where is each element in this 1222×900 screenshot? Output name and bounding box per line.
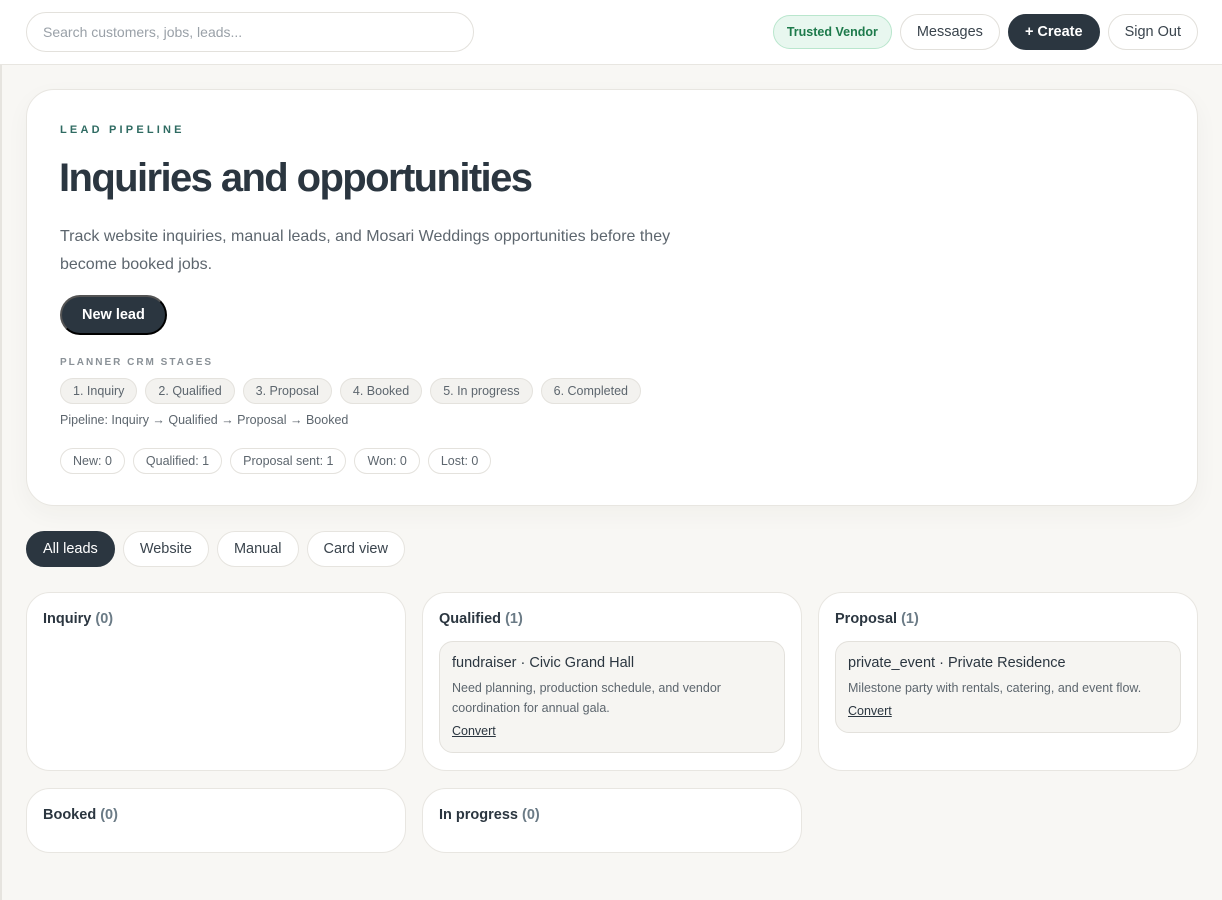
lead-pipeline-card: LEAD PIPELINE Inquiries and opportunitie… xyxy=(26,89,1198,506)
column-proposal: Proposal (1) private_event · Private Res… xyxy=(818,592,1198,771)
column-name: Qualified xyxy=(439,611,502,627)
column-title: Qualified (1) xyxy=(439,611,523,627)
stage-chip-in-progress: 5. In progress xyxy=(430,378,533,404)
lead-card[interactable]: fundraiser · Civic Grand Hall Need plann… xyxy=(439,641,785,753)
crm-stages: 1. Inquiry 2. Qualified 3. Proposal 4. B… xyxy=(60,378,641,404)
column-inquiry: Inquiry (0) xyxy=(26,592,406,771)
column-count: (0) xyxy=(95,611,114,627)
column-title: Proposal (1) xyxy=(835,611,919,627)
create-button[interactable]: + Create xyxy=(1007,14,1100,50)
tab-card-view[interactable]: Card view xyxy=(306,531,405,567)
lead-counts: New: 0 Qualified: 1 Proposal sent: 1 Won… xyxy=(60,448,492,474)
page-description: Track website inquiries, manual leads, a… xyxy=(60,228,671,273)
page-left-border xyxy=(0,0,2,900)
eyebrow-label: LEAD PIPELINE xyxy=(60,124,185,136)
search-input[interactable] xyxy=(26,12,474,52)
lead-description: Milestone party with rentals, catering, … xyxy=(848,681,1142,695)
column-name: In progress xyxy=(439,807,518,823)
top-actions: Trusted Vendor Messages + Create Sign Ou… xyxy=(772,14,1198,50)
column-in-progress: In progress (0) xyxy=(422,788,802,853)
column-title: Inquiry (0) xyxy=(43,611,113,627)
pipeline-summary: Pipeline: Inquiry → Qualified → Proposal… xyxy=(60,413,349,427)
lead-title: private_event · Private Residence xyxy=(848,655,1066,671)
page-title: Inquiries and opportunities xyxy=(59,156,533,200)
column-qualified: Qualified (1) fundraiser · Civic Grand H… xyxy=(422,592,802,771)
convert-link[interactable]: Convert xyxy=(848,704,892,718)
column-name: Booked xyxy=(43,807,97,823)
trusted-vendor-badge: Trusted Vendor xyxy=(772,15,892,49)
column-count: (1) xyxy=(901,611,919,627)
stage-chip-completed: 6. Completed xyxy=(540,378,641,404)
stage-chip-proposal: 3. Proposal xyxy=(242,378,332,404)
stage-chip-booked: 4. Booked xyxy=(339,378,423,404)
lead-description: Need planning, production schedule, and … xyxy=(452,681,721,715)
sign-out-button[interactable]: Sign Out xyxy=(1107,14,1198,50)
lead-filters: All leads Website Manual Card view xyxy=(26,531,405,567)
column-booked: Booked (0) xyxy=(26,788,406,853)
column-name: Proposal xyxy=(835,611,898,627)
convert-link[interactable]: Convert xyxy=(452,724,496,738)
stage-chip-inquiry: 1. Inquiry xyxy=(60,378,138,404)
column-name: Inquiry xyxy=(43,611,92,627)
top-bar: Trusted Vendor Messages + Create Sign Ou… xyxy=(0,0,1222,65)
count-lost: Lost: 0 xyxy=(427,448,492,474)
count-proposal-sent: Proposal sent: 1 xyxy=(230,448,347,474)
lead-card[interactable]: private_event · Private Residence Milest… xyxy=(835,641,1181,733)
tab-website[interactable]: Website xyxy=(122,531,209,567)
crm-stages-label: PLANNER CRM STAGES xyxy=(60,357,214,368)
messages-button[interactable]: Messages xyxy=(899,14,1000,50)
column-count: (0) xyxy=(522,807,540,823)
tab-manual[interactable]: Manual xyxy=(216,531,299,567)
stage-chip-qualified: 2. Qualified xyxy=(145,378,235,404)
column-title: Booked (0) xyxy=(43,807,118,823)
count-won: Won: 0 xyxy=(354,448,420,474)
lead-title: fundraiser · Civic Grand Hall xyxy=(452,655,635,671)
column-count: (0) xyxy=(100,807,118,823)
count-qualified: Qualified: 1 xyxy=(132,448,223,474)
column-title: In progress (0) xyxy=(439,807,540,823)
count-new: New: 0 xyxy=(60,448,125,474)
tab-all-leads[interactable]: All leads xyxy=(26,531,115,567)
new-lead-button[interactable]: New lead xyxy=(60,295,167,335)
column-count: (1) xyxy=(505,611,523,627)
